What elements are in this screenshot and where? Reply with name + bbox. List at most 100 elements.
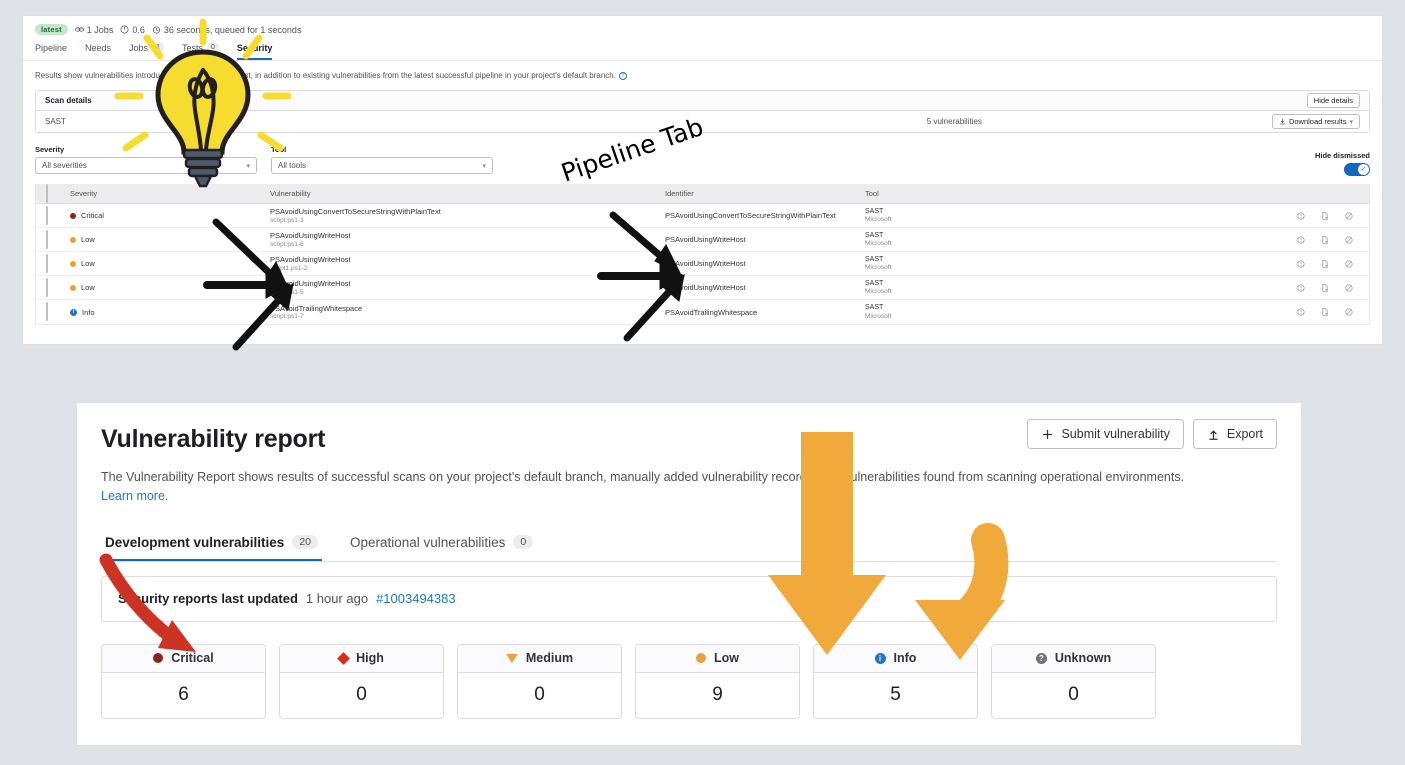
severity-card-info[interactable]: i Info 5	[813, 643, 978, 719]
select-all-checkbox[interactable]	[46, 183, 48, 203]
severity-card-unknown[interactable]: ? Unknown 0	[991, 643, 1156, 719]
vulnerability-name[interactable]: PSAvoidUsingWriteHost	[270, 231, 665, 240]
table-row[interactable]: Low PSAvoidUsingWriteHost script.ps1-6 P…	[36, 228, 1369, 253]
row-actions	[1245, 212, 1359, 220]
pipeline-security-panel: latest 1 Jobs 0.6 36 seconds, queued for…	[22, 15, 1383, 345]
tool-filter-label: Tool	[271, 145, 287, 155]
table-row[interactable]: Critical PSAvoidUsingConvertToSecureStri…	[36, 204, 1369, 229]
clock-icon	[152, 26, 160, 34]
tab-jobs[interactable]: Jobs 1	[129, 42, 164, 60]
hide-dismissed-toggle[interactable]: ✓	[1344, 163, 1370, 177]
tab-needs[interactable]: Needs	[85, 43, 111, 60]
tab-jobs-label: Jobs	[129, 42, 149, 53]
severity-card-medium[interactable]: Medium 0	[457, 643, 622, 719]
tool-name: SAST	[865, 207, 884, 215]
severity-select-value: All severities	[42, 161, 87, 171]
tab-security[interactable]: Security	[236, 43, 273, 60]
severity-filter-label: Severity	[35, 145, 65, 155]
severity-card-label: Unknown	[1054, 651, 1112, 666]
row-tool-cell: SAST Microsoft	[865, 256, 1245, 272]
info-icon[interactable]	[1297, 284, 1305, 292]
dismiss-icon[interactable]	[1345, 212, 1353, 220]
row-severity-cell: i Info	[70, 308, 270, 317]
column-identifier[interactable]: Identifier	[665, 189, 865, 198]
vulnerability-name[interactable]: PSAvoidTrailingWhitespace	[270, 304, 665, 313]
severity-card-value: 0	[1068, 684, 1079, 706]
column-tool[interactable]: Tool	[865, 189, 1245, 198]
table-row[interactable]: Low PSAvoidUsingWriteHost script1.ps1-2 …	[36, 252, 1369, 277]
severity-card-critical[interactable]: Critical 6	[101, 643, 266, 719]
dismiss-icon[interactable]	[1345, 236, 1353, 244]
info-icon[interactable]	[1297, 212, 1305, 220]
tab-development-vulnerabilities[interactable]: Development vulnerabilities 20	[101, 529, 322, 561]
row-vulnerability-cell: PSAvoidTrailingWhitespace script.ps1-7	[270, 304, 665, 322]
row-checkbox[interactable]	[46, 253, 48, 273]
severity-card-value: 6	[178, 684, 189, 706]
info-icon[interactable]	[1297, 260, 1305, 268]
vulnerability-location: script.ps1-6	[270, 240, 304, 248]
tool-select[interactable]: All tools ▾	[271, 157, 493, 175]
table-row[interactable]: Low PSAvoidUsingWriteHost script.ps1-5 P…	[36, 276, 1369, 301]
tab-tests[interactable]: Tests 0	[182, 42, 219, 60]
scanner-name: SAST	[45, 117, 66, 127]
severity-card-label: High	[356, 651, 384, 666]
report-tabs: Development vulnerabilities 20 Operation…	[101, 529, 1277, 562]
submit-vulnerability-button[interactable]: Submit vulnerability	[1027, 419, 1184, 449]
learn-more-link[interactable]: Learn more.	[101, 489, 168, 503]
vulnerability-name[interactable]: PSAvoidUsingWriteHost	[270, 255, 665, 264]
duration-label: 36 seconds, queued for 1 seconds	[163, 24, 302, 35]
create-issue-icon[interactable]	[1321, 212, 1329, 220]
row-select-cell	[46, 277, 70, 297]
last-updated-label: Security reports last updated	[118, 591, 298, 607]
tool-vendor: Microsoft	[865, 264, 892, 272]
tool-select-value: All tools	[278, 161, 307, 171]
dismiss-icon[interactable]	[1345, 308, 1353, 316]
row-actions	[1245, 284, 1359, 292]
severity-card-high[interactable]: High 0	[279, 643, 444, 719]
scanner-count: 5 vulnerabilities	[926, 117, 982, 127]
create-issue-icon[interactable]	[1321, 284, 1329, 292]
hide-details-button[interactable]: Hide details	[1306, 93, 1360, 109]
jobs-icon	[74, 27, 84, 32]
dismiss-icon[interactable]	[1345, 284, 1353, 292]
dismiss-icon[interactable]	[1345, 260, 1353, 268]
pipeline-link[interactable]: #1003494383	[376, 591, 456, 606]
severity-card-header: i Info	[814, 644, 977, 673]
info-icon[interactable]	[1297, 308, 1305, 316]
vulnerability-name[interactable]: PSAvoidUsingConvertToSecureStringWithPla…	[270, 207, 665, 216]
export-label: Export	[1226, 427, 1263, 441]
table-row[interactable]: i Info PSAvoidTrailingWhitespace script.…	[36, 300, 1369, 325]
download-results-button[interactable]: Download results ▾	[1271, 114, 1360, 130]
severity-filter: Severity All severities ▾	[35, 145, 257, 175]
row-checkbox[interactable]	[46, 229, 48, 249]
tab-operational-vulnerabilities[interactable]: Operational vulnerabilities 0	[346, 529, 537, 561]
severity-card-low[interactable]: Low 9	[635, 643, 800, 719]
vulnerability-name[interactable]: PSAvoidUsingWriteHost	[270, 279, 665, 288]
tab-tests-count: 0	[206, 42, 219, 53]
row-checkbox[interactable]	[46, 277, 48, 297]
row-identifier: PSAvoidUsingWriteHost	[665, 259, 746, 269]
severity-select[interactable]: All severities ▾	[35, 157, 257, 175]
row-vulnerability-cell: PSAvoidUsingWriteHost script.ps1-6	[270, 231, 665, 249]
create-issue-icon[interactable]	[1321, 236, 1329, 244]
severity-card-header: High	[280, 644, 443, 673]
row-checkbox[interactable]	[46, 205, 48, 225]
severity-card-label: Medium	[525, 651, 574, 666]
create-issue-icon[interactable]	[1321, 260, 1329, 268]
row-severity-cell: Low	[70, 235, 270, 244]
chevron-down-icon: ▾	[246, 162, 250, 170]
create-issue-icon[interactable]	[1321, 308, 1329, 316]
coverage-meta: 0.6	[120, 25, 145, 35]
column-severity[interactable]: Severity	[70, 189, 270, 198]
export-button[interactable]: Export	[1192, 419, 1277, 449]
latest-badge: latest	[35, 24, 68, 35]
column-vulnerability[interactable]: Vulnerability	[270, 189, 665, 198]
tool-vendor: Microsoft	[865, 288, 892, 296]
row-checkbox[interactable]	[46, 302, 48, 322]
info-circle-icon: i	[874, 652, 886, 664]
help-icon[interactable]: ?	[618, 71, 627, 80]
severity-low-icon	[70, 236, 76, 243]
info-icon[interactable]	[1297, 236, 1305, 244]
tab-pipeline[interactable]: Pipeline	[35, 43, 67, 60]
tool-filter: Tool All tools ▾	[271, 145, 493, 175]
